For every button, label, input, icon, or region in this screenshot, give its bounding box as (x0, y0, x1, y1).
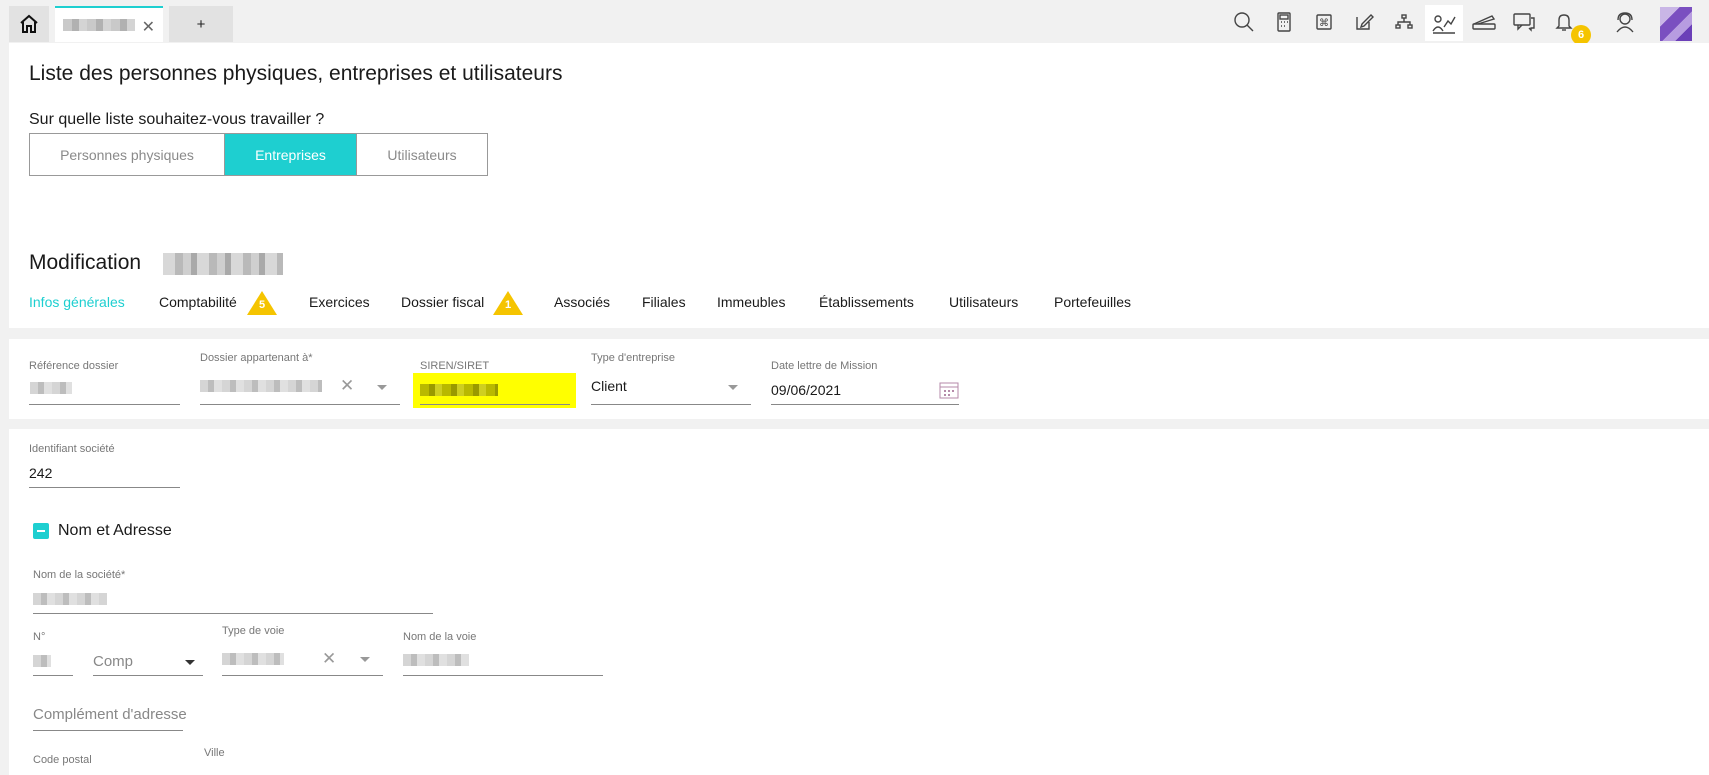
add-tab-button[interactable]: + (169, 6, 233, 42)
collapse-toggle-icon[interactable] (33, 523, 49, 539)
reference-redacted (30, 382, 72, 394)
svg-text:⌘: ⌘ (1319, 18, 1329, 29)
segment-entreprises[interactable]: Entreprises (225, 134, 356, 175)
chat-icon[interactable] (1511, 9, 1537, 35)
company-id-field[interactable]: Identifiant société 242 (29, 443, 180, 488)
company-name-value-redacted (33, 593, 107, 605)
tab-comptabilite[interactable]: Comptabilité (159, 294, 237, 310)
list-question: Sur quelle liste souhaitez-vous travaill… (29, 111, 325, 128)
street-name-redacted (403, 654, 469, 666)
mission-date-value: 09/06/2021 (771, 382, 842, 398)
street-number-field[interactable]: N° (33, 631, 73, 676)
tab-filiales[interactable]: Filiales (642, 294, 686, 310)
org-chart-icon[interactable] (1391, 9, 1417, 35)
page-title: Liste des personnes physiques, entrepris… (29, 62, 563, 85)
address-complement-field[interactable]: Complément d'adresse (33, 706, 187, 731)
chevron-down-icon[interactable] (185, 660, 195, 665)
company-name-redacted (163, 253, 283, 275)
tab-label-redacted (63, 19, 135, 31)
tab-exercices[interactable]: Exercices (309, 294, 370, 310)
postal-code-field[interactable]: Code postal (33, 754, 153, 770)
home-icon (20, 14, 38, 33)
company-id-value: 242 (29, 465, 53, 481)
modification-title: Modification (29, 251, 142, 274)
street-name-field[interactable]: Nom de la voie (403, 631, 603, 676)
avatar[interactable] (1660, 7, 1692, 41)
support-agent-icon[interactable] (1612, 9, 1638, 35)
chevron-down-icon[interactable] (377, 385, 387, 390)
chevron-down-icon[interactable] (728, 385, 738, 390)
mission-letter-date-field[interactable]: Date lettre de Mission 09/06/2021 (771, 360, 959, 405)
tab-infos-generales[interactable]: Infos générales (29, 294, 125, 310)
dossier-owner-select[interactable]: Dossier appartenant à* ✕ (200, 352, 400, 405)
company-type-select[interactable]: Type d'entreprise Client (591, 352, 751, 405)
calendar-icon[interactable] (939, 381, 959, 399)
chevron-down-icon[interactable] (360, 657, 370, 662)
warning-badge-dossier-fiscal: 1 (492, 290, 524, 316)
segment-personnes-physiques[interactable]: Personnes physiques (30, 134, 225, 175)
city-field[interactable]: Ville (204, 747, 324, 763)
scanner-icon[interactable] (1471, 9, 1497, 35)
tab-utilisateurs[interactable]: Utilisateurs (949, 294, 1018, 310)
close-icon[interactable]: ✕ (142, 17, 155, 37)
street-type-select[interactable]: Type de voie ✕ (222, 625, 383, 676)
tab-dossier-fiscal[interactable]: Dossier fiscal (401, 294, 484, 310)
siren-siret-field[interactable]: SIREN/SIRET (420, 360, 570, 405)
open-tab[interactable]: ✕ (55, 6, 163, 42)
edit-icon[interactable] (1351, 9, 1377, 35)
owner-redacted (200, 380, 322, 392)
clear-icon[interactable]: ✕ (322, 649, 336, 669)
tab-associes[interactable]: Associés (554, 294, 610, 310)
reference-dossier-field[interactable]: Référence dossier (29, 360, 180, 405)
clear-icon[interactable]: ✕ (340, 376, 354, 396)
top-bar: ✕ + ⌘ 6 (0, 0, 1709, 45)
company-name-field[interactable]: Nom de la société* (33, 569, 433, 614)
users-chart-icon[interactable] (1425, 5, 1463, 41)
company-type-value: Client (591, 378, 627, 394)
tab-etablissements[interactable]: Établissements (819, 294, 914, 310)
segment-utilisateurs[interactable]: Utilisateurs (356, 134, 487, 175)
notification-count-badge: 6 (1571, 25, 1591, 45)
tab-portefeuilles[interactable]: Portefeuilles (1054, 294, 1131, 310)
street-number-redacted (33, 655, 51, 667)
siren-redacted (420, 384, 498, 396)
tab-immeubles[interactable]: Immeubles (717, 294, 785, 310)
comp-select[interactable]: Comp (93, 631, 203, 676)
search-icon[interactable] (1231, 9, 1257, 35)
street-type-redacted (222, 653, 284, 665)
section-nom-adresse: Nom et Adresse (58, 522, 172, 539)
command-icon[interactable]: ⌘ (1311, 9, 1337, 35)
warning-badge-comptabilite: 5 (246, 290, 278, 316)
calculator-icon[interactable] (1271, 9, 1297, 35)
list-selector: Personnes physiques Entreprises Utilisat… (29, 133, 488, 176)
home-button[interactable] (9, 6, 49, 42)
